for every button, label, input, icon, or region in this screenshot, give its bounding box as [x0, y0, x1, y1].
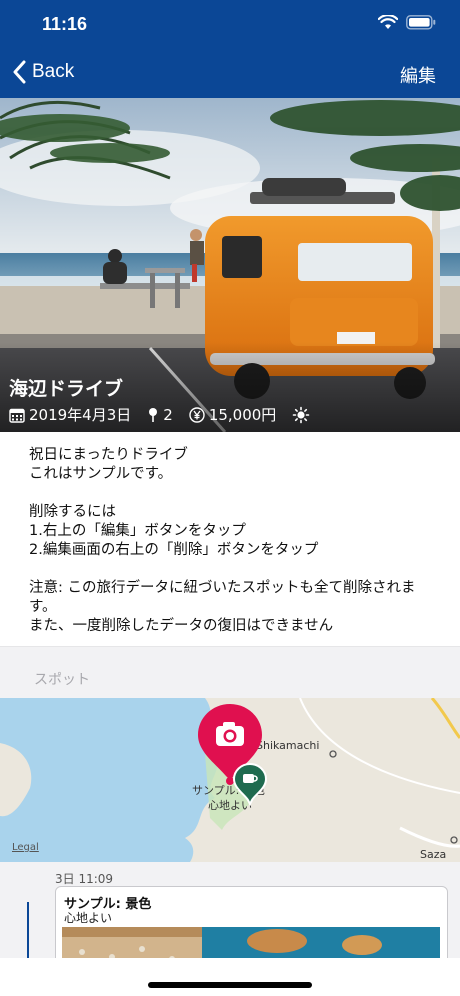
navigation-bar: Back 編集: [0, 50, 460, 98]
edit-button[interactable]: 編集: [400, 62, 436, 88]
status-time: 11:16: [42, 14, 88, 34]
chevron-left-icon: [13, 60, 26, 84]
spot-section-header: スポット: [0, 646, 460, 698]
spot-section-label: スポット: [34, 672, 90, 688]
map-place-saza: Saza: [420, 848, 447, 861]
map-legal-link[interactable]: Legal: [12, 842, 39, 853]
timeline-line: [27, 902, 29, 958]
sun-icon: [293, 406, 310, 423]
trip-cost: 15,000円: [208, 406, 277, 424]
spot-count: 2: [163, 405, 173, 424]
description-paragraph-3: 注意: この旅行データに紐づいたスポットも全て削除されます。 また、一度削除した…: [29, 580, 416, 634]
yen-coin-icon: [189, 406, 205, 423]
home-indicator-area: [0, 958, 460, 996]
description-paragraph-2: 削除するには 1.右上の「編集」ボタンをタップ 2.編集画面の右上の「削除」ボタ…: [29, 504, 319, 558]
trip-meta: 2019年4月3日 2 15,000円: [9, 404, 310, 425]
top-bar: 11:16 Back 編集: [0, 0, 460, 98]
spot-card-note: 心地よい: [64, 911, 113, 925]
back-button[interactable]: Back: [12, 60, 74, 84]
battery-icon: [406, 15, 436, 30]
spot-datetime: 3日 11:09: [55, 872, 114, 886]
calendar-icon: [9, 408, 25, 423]
status-bar: 11:16: [0, 0, 460, 50]
back-label: Back: [32, 61, 75, 82]
home-indicator[interactable]: [148, 982, 312, 988]
description-paragraph-1: 祝日にまったりドライブ これはサンプルです。: [29, 447, 188, 482]
trip-date: 2019年4月3日: [29, 406, 132, 424]
cafe-map-pin[interactable]: [232, 762, 268, 806]
status-icons: [378, 15, 436, 30]
spot-timeline: 3日 11:09 サンプル: 景色 心地よい: [0, 862, 460, 966]
trip-title: 海辺ドライブ: [9, 378, 124, 400]
wifi-icon: [378, 15, 398, 29]
map-pin-icon: [149, 407, 158, 422]
spot-card[interactable]: サンプル: 景色 心地よい: [55, 886, 448, 966]
trip-description: 祝日にまったりドライブ これはサンプルです。 削除するには 1.右上の「編集」ボ…: [29, 446, 434, 636]
spot-map[interactable]: Shikamachi Saza サンプル: 景色 心地よい Legal: [0, 698, 460, 862]
trip-cover-photo: 海辺ドライブ 2019年4月3日 2 15,000円: [0, 98, 460, 432]
